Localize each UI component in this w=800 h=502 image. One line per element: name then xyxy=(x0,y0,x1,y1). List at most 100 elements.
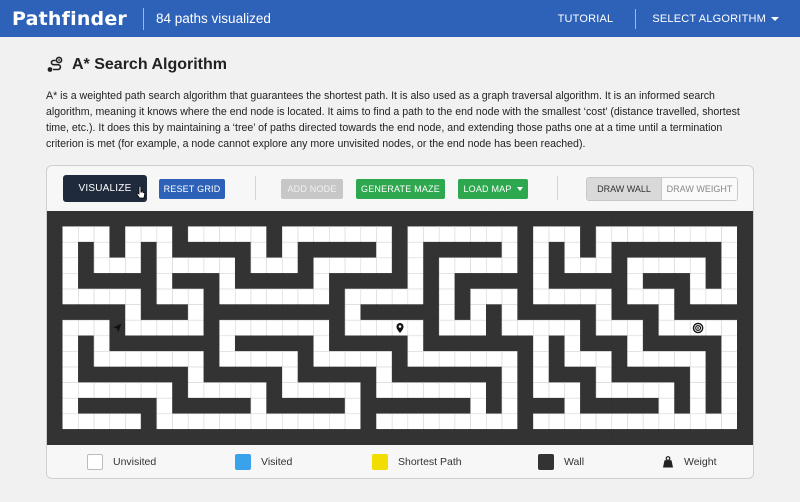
grid-cell[interactable] xyxy=(689,288,707,305)
wall-cell[interactable] xyxy=(266,397,283,415)
wall-cell[interactable] xyxy=(391,210,409,227)
grid-cell[interactable] xyxy=(580,257,597,274)
wall-cell[interactable] xyxy=(250,210,267,227)
wall-cell[interactable] xyxy=(705,397,722,415)
wall-cell[interactable] xyxy=(376,304,393,321)
grid-cell[interactable] xyxy=(172,319,189,337)
grid-cell[interactable] xyxy=(674,257,691,274)
grid-cell[interactable] xyxy=(438,273,456,290)
grid-cell[interactable] xyxy=(219,257,236,274)
wall-cell[interactable] xyxy=(140,335,158,352)
grid-cell[interactable] xyxy=(689,273,707,290)
wall-cell[interactable] xyxy=(234,273,252,290)
wall-cell[interactable] xyxy=(109,304,126,321)
grid-cell[interactable] xyxy=(344,413,362,430)
select-algorithm-dropdown[interactable]: SELECT ALGORITHM xyxy=(652,13,779,25)
grid-cell[interactable] xyxy=(595,241,613,259)
wall-cell[interactable] xyxy=(517,429,534,446)
grid-cell[interactable] xyxy=(360,288,377,305)
wall-cell[interactable] xyxy=(344,429,362,446)
grid-cell[interactable] xyxy=(313,273,330,290)
wall-cell[interactable] xyxy=(564,304,581,321)
wall-cell[interactable] xyxy=(737,429,753,446)
wall-cell[interactable] xyxy=(172,273,189,290)
grid-cell[interactable] xyxy=(407,319,424,337)
grid-cell[interactable] xyxy=(234,319,252,337)
grid-cell[interactable] xyxy=(721,288,738,305)
wall-cell[interactable] xyxy=(360,397,377,415)
wall-cell[interactable] xyxy=(611,397,628,415)
grid-cell[interactable] xyxy=(721,366,738,383)
grid-cell[interactable] xyxy=(360,257,377,274)
grid-cell[interactable] xyxy=(533,382,550,399)
wall-cell[interactable] xyxy=(438,210,456,227)
wall-cell[interactable] xyxy=(140,304,158,321)
wall-cell[interactable] xyxy=(737,241,753,259)
grid-cell[interactable] xyxy=(360,319,377,337)
wall-cell[interactable] xyxy=(705,241,722,259)
wall-cell[interactable] xyxy=(454,273,471,290)
grid-cell[interactable] xyxy=(93,257,111,274)
wall-cell[interactable] xyxy=(47,429,63,446)
wall-cell[interactable] xyxy=(219,366,236,383)
grid-cell[interactable] xyxy=(344,397,362,415)
grid-cell[interactable] xyxy=(689,413,707,430)
wall-cell[interactable] xyxy=(203,304,220,321)
grid-cell[interactable] xyxy=(658,319,675,337)
wall-cell[interactable] xyxy=(658,210,675,227)
grid-cell[interactable] xyxy=(360,351,377,368)
wall-cell[interactable] xyxy=(266,429,283,446)
grid-cell[interactable] xyxy=(595,319,613,337)
grid-cell[interactable] xyxy=(250,241,267,259)
wall-cell[interactable] xyxy=(78,351,95,368)
grid-cell[interactable] xyxy=(642,413,660,430)
grid-cell[interactable] xyxy=(438,351,456,368)
wall-cell[interactable] xyxy=(329,210,346,227)
grid-cell[interactable] xyxy=(172,257,189,274)
wall-cell[interactable] xyxy=(705,366,722,383)
wall-cell[interactable] xyxy=(376,273,393,290)
wall-cell[interactable] xyxy=(234,241,252,259)
wall-cell[interactable] xyxy=(627,366,644,383)
wall-cell[interactable] xyxy=(344,241,362,259)
grid-cell[interactable] xyxy=(485,413,503,430)
grid-cell[interactable] xyxy=(250,288,267,305)
wall-cell[interactable] xyxy=(674,366,691,383)
grid-cell[interactable] xyxy=(282,366,299,383)
grid-cell[interactable] xyxy=(376,288,393,305)
grid-cell[interactable] xyxy=(595,413,613,430)
grid-cell[interactable] xyxy=(156,413,173,430)
grid-cell[interactable] xyxy=(564,351,581,368)
wall-cell[interactable] xyxy=(501,210,518,227)
wall-cell[interactable] xyxy=(360,304,377,321)
wall-cell[interactable] xyxy=(485,304,503,321)
grid-cell[interactable] xyxy=(470,351,487,368)
grid-cell[interactable] xyxy=(344,288,362,305)
wall-cell[interactable] xyxy=(313,210,330,227)
grid-cell[interactable] xyxy=(470,226,487,243)
grid-cell[interactable] xyxy=(454,226,471,243)
wall-cell[interactable] xyxy=(78,273,95,290)
wall-cell[interactable] xyxy=(533,429,550,446)
grid-cell[interactable] xyxy=(140,382,158,399)
wall-cell[interactable] xyxy=(172,382,189,399)
wall-cell[interactable] xyxy=(485,273,503,290)
grid-cell[interactable] xyxy=(407,351,424,368)
wall-cell[interactable] xyxy=(674,397,691,415)
wall-cell[interactable] xyxy=(705,257,722,274)
wall-cell[interactable] xyxy=(329,273,346,290)
grid-cell[interactable] xyxy=(485,226,503,243)
grid-cell[interactable] xyxy=(658,382,675,399)
wall-cell[interactable] xyxy=(533,210,550,227)
wall-cell[interactable] xyxy=(485,397,503,415)
grid-cell[interactable] xyxy=(156,273,173,290)
wall-cell[interactable] xyxy=(533,304,550,321)
grid-cell[interactable] xyxy=(658,257,675,274)
grid-cell[interactable] xyxy=(282,288,299,305)
wall-cell[interactable] xyxy=(611,351,628,368)
grid-cell[interactable] xyxy=(360,226,377,243)
grid-cell[interactable] xyxy=(407,288,424,305)
grid-cell[interactable] xyxy=(501,382,518,399)
wall-cell[interactable] xyxy=(172,210,189,227)
grid-cell[interactable] xyxy=(564,335,581,352)
